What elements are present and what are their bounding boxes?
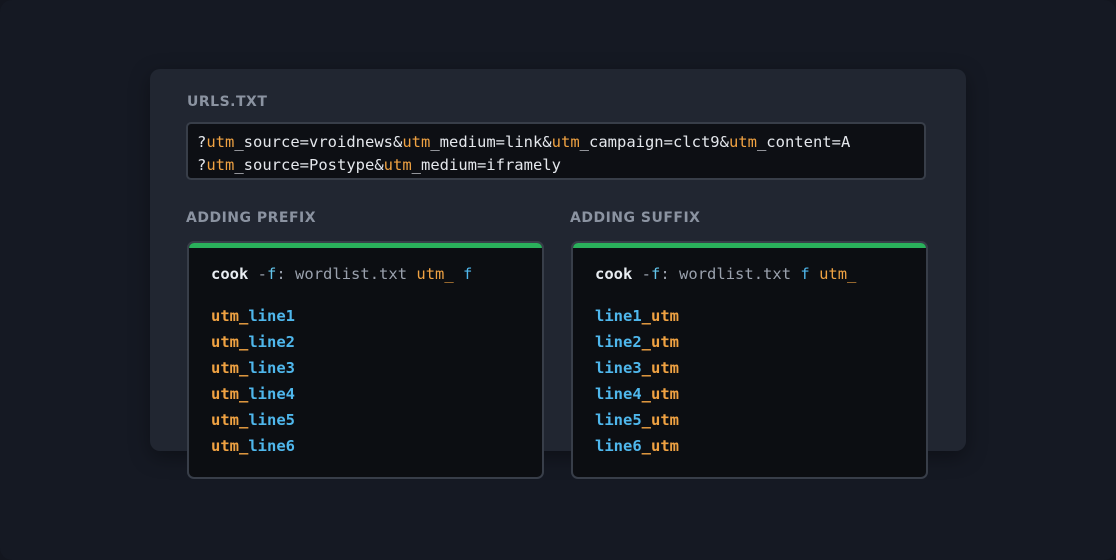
suffix-terminal: cook -f: wordlist.txt f utm_ line1_utm li… [571, 241, 928, 479]
url-text: _medium=link& [430, 133, 552, 151]
utm-token: utm [728, 133, 757, 151]
suffix-output-line: line5_utm [595, 411, 679, 429]
url-text: _content=A [756, 133, 851, 151]
terminal-accent-bar [573, 243, 926, 248]
prefix-terminal: cook -f: wordlist.txt utm_ f utm_line1 ut… [187, 241, 544, 479]
prefix-output-line: utm_line2 [211, 333, 295, 351]
urls-file-label: URLS.TXT [187, 94, 268, 110]
url-text: ? [197, 133, 207, 151]
utm-token: utm [206, 156, 235, 174]
background-frame: URLS.TXT ?utm_source=vroidnews&utm_mediu… [0, 0, 1116, 560]
suffix-output-line: line1_utm [595, 307, 679, 325]
prefix-output: utm_line1 utm_line2 utm_line3 utm_line4 utm_… [211, 303, 295, 459]
suffix-section-label: ADDING SUFFIX [570, 210, 701, 226]
prefix-output-line: utm_line5 [211, 411, 295, 429]
url-line: ?utm_source=vroidnews&utm_medium=link&ut… [197, 131, 924, 154]
url-text: _source=vroidnews& [234, 133, 403, 151]
utm-token: utm [383, 156, 412, 174]
prefix-section-label: ADDING PREFIX [186, 210, 317, 226]
prefix-output-line: utm_line6 [211, 437, 295, 455]
suffix-output-line: line2_utm [595, 333, 679, 351]
prefix-command: cook -f: wordlist.txt utm_ f [211, 265, 473, 283]
suffix-output: line1_utm line2_utm line3_utm line4_utmline… [595, 303, 679, 459]
prefix-output-line: utm_line3 [211, 359, 295, 377]
url-line: ?utm_source=Postype&utm_medium=iframely [197, 154, 924, 177]
urls-text-box[interactable]: ?utm_source=vroidnews&utm_medium=link&ut… [186, 122, 926, 180]
url-text: _medium=iframely [411, 156, 561, 174]
suffix-output-line: line6_utm [595, 437, 679, 455]
terminal-accent-bar [189, 243, 542, 248]
url-text: ? [197, 156, 207, 174]
utm-token: utm [206, 133, 235, 151]
prefix-output-line: utm_line1 [211, 307, 295, 325]
utm-token: utm [402, 133, 431, 151]
suffix-output-line: line3_utm [595, 359, 679, 377]
url-text: _campaign=clct9& [579, 133, 729, 151]
suffix-output-line: line4_utm [595, 385, 679, 403]
suffix-command: cook -f: wordlist.txt f utm_ [595, 265, 857, 283]
utm-token: utm [551, 133, 580, 151]
prefix-output-line: utm_line4 [211, 385, 295, 403]
url-text: _source=Postype& [234, 156, 384, 174]
